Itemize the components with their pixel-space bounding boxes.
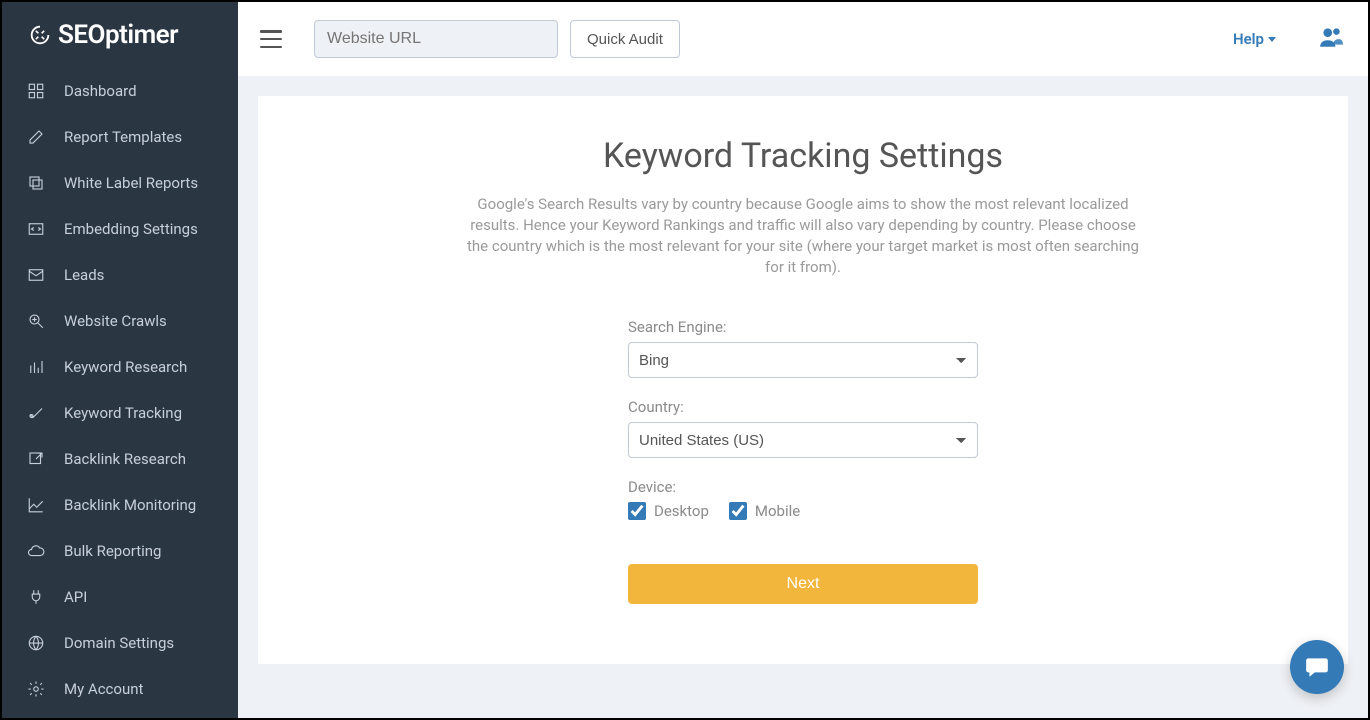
- zoom-icon: [26, 311, 46, 331]
- website-url-input[interactable]: [314, 20, 558, 58]
- desktop-checkbox-label[interactable]: Desktop: [628, 502, 709, 520]
- brand-name: SEOptimer: [58, 20, 178, 50]
- sidebar-item-label: White Label Reports: [64, 174, 198, 192]
- embed-icon: [26, 219, 46, 239]
- sidebar: SEOptimer Dashboard Report Templates White…: [2, 2, 238, 718]
- device-label: Device:: [628, 478, 978, 496]
- search-engine-label: Search Engine:: [628, 318, 978, 336]
- sidebar-item-label: Leads: [64, 266, 104, 284]
- chat-icon[interactable]: [1290, 640, 1344, 694]
- sidebar-item-label: Keyword Tracking: [64, 404, 182, 422]
- sidebar-item-label: API: [64, 588, 87, 606]
- page-description: Google's Search Results vary by country …: [463, 194, 1143, 278]
- sidebar-item-keyword-tracking[interactable]: Keyword Tracking: [2, 390, 238, 436]
- sidebar-item-label: Dashboard: [64, 82, 137, 100]
- sidebar-item-keyword-research[interactable]: Keyword Research: [2, 344, 238, 390]
- hamburger-icon[interactable]: [260, 30, 282, 48]
- sidebar-item-website-crawls[interactable]: Website Crawls: [2, 298, 238, 344]
- sidebar-item-embedding-settings[interactable]: Embedding Settings: [2, 206, 238, 252]
- country-label: Country:: [628, 398, 978, 416]
- globe-icon: [26, 633, 46, 653]
- help-label: Help: [1233, 30, 1264, 48]
- bar-icon: [26, 357, 46, 377]
- edit-icon: [26, 127, 46, 147]
- sidebar-item-api[interactable]: API: [2, 574, 238, 620]
- help-dropdown[interactable]: Help: [1233, 30, 1276, 48]
- page-title: Keyword Tracking Settings: [318, 136, 1288, 176]
- topbar: Quick Audit Help: [238, 2, 1368, 76]
- sidebar-item-label: Report Templates: [64, 128, 182, 146]
- copy-icon: [26, 173, 46, 193]
- quick-audit-button[interactable]: Quick Audit: [570, 20, 680, 58]
- chart-icon: [26, 495, 46, 515]
- country-select[interactable]: United States (US): [628, 422, 978, 458]
- sidebar-item-leads[interactable]: Leads: [2, 252, 238, 298]
- plug-icon: [26, 587, 46, 607]
- sidebar-item-backlink-research[interactable]: Backlink Research: [2, 436, 238, 482]
- sidebar-item-label: Bulk Reporting: [64, 542, 161, 560]
- mobile-checkbox[interactable]: [729, 502, 747, 520]
- brand-icon: [30, 25, 50, 45]
- sidebar-item-report-templates[interactable]: Report Templates: [2, 114, 238, 160]
- sidebar-item-label: Domain Settings: [64, 634, 174, 652]
- sidebar-item-white-label-reports[interactable]: White Label Reports: [2, 160, 238, 206]
- sidebar-item-bulk-reporting[interactable]: Bulk Reporting: [2, 528, 238, 574]
- target-icon: [26, 403, 46, 423]
- search-engine-select[interactable]: Bing: [628, 342, 978, 378]
- dashboard-icon: [26, 81, 46, 101]
- sidebar-item-label: Backlink Monitoring: [64, 496, 196, 514]
- sidebar-nav: Dashboard Report Templates White Label Rep…: [2, 68, 238, 712]
- settings-form: Search Engine: Bing Country: United Stat…: [628, 318, 978, 604]
- desktop-checkbox[interactable]: [628, 502, 646, 520]
- sidebar-item-domain-settings[interactable]: Domain Settings: [2, 620, 238, 666]
- link-icon: [26, 449, 46, 469]
- content-area: Keyword Tracking Settings Google's Searc…: [238, 76, 1368, 718]
- brand-logo[interactable]: SEOptimer: [2, 2, 238, 68]
- mail-icon: [26, 265, 46, 285]
- sidebar-item-my-account[interactable]: My Account: [2, 666, 238, 712]
- main: Quick Audit Help Keyword Tracking Settin…: [238, 2, 1368, 718]
- sidebar-item-label: Embedding Settings: [64, 220, 198, 238]
- sidebar-item-label: Keyword Research: [64, 358, 187, 376]
- cloud-icon: [26, 541, 46, 561]
- sidebar-item-label: My Account: [64, 680, 143, 698]
- users-icon[interactable]: [1316, 24, 1346, 54]
- sidebar-item-label: Website Crawls: [64, 312, 167, 330]
- mobile-checkbox-label[interactable]: Mobile: [729, 502, 800, 520]
- next-button[interactable]: Next: [628, 564, 978, 604]
- sidebar-item-backlink-monitoring[interactable]: Backlink Monitoring: [2, 482, 238, 528]
- gear-icon: [26, 679, 46, 699]
- desktop-text: Desktop: [654, 502, 709, 520]
- caret-down-icon: [1268, 37, 1276, 42]
- settings-card: Keyword Tracking Settings Google's Searc…: [258, 96, 1348, 664]
- sidebar-item-label: Backlink Research: [64, 450, 186, 468]
- sidebar-item-dashboard[interactable]: Dashboard: [2, 68, 238, 114]
- mobile-text: Mobile: [755, 502, 800, 520]
